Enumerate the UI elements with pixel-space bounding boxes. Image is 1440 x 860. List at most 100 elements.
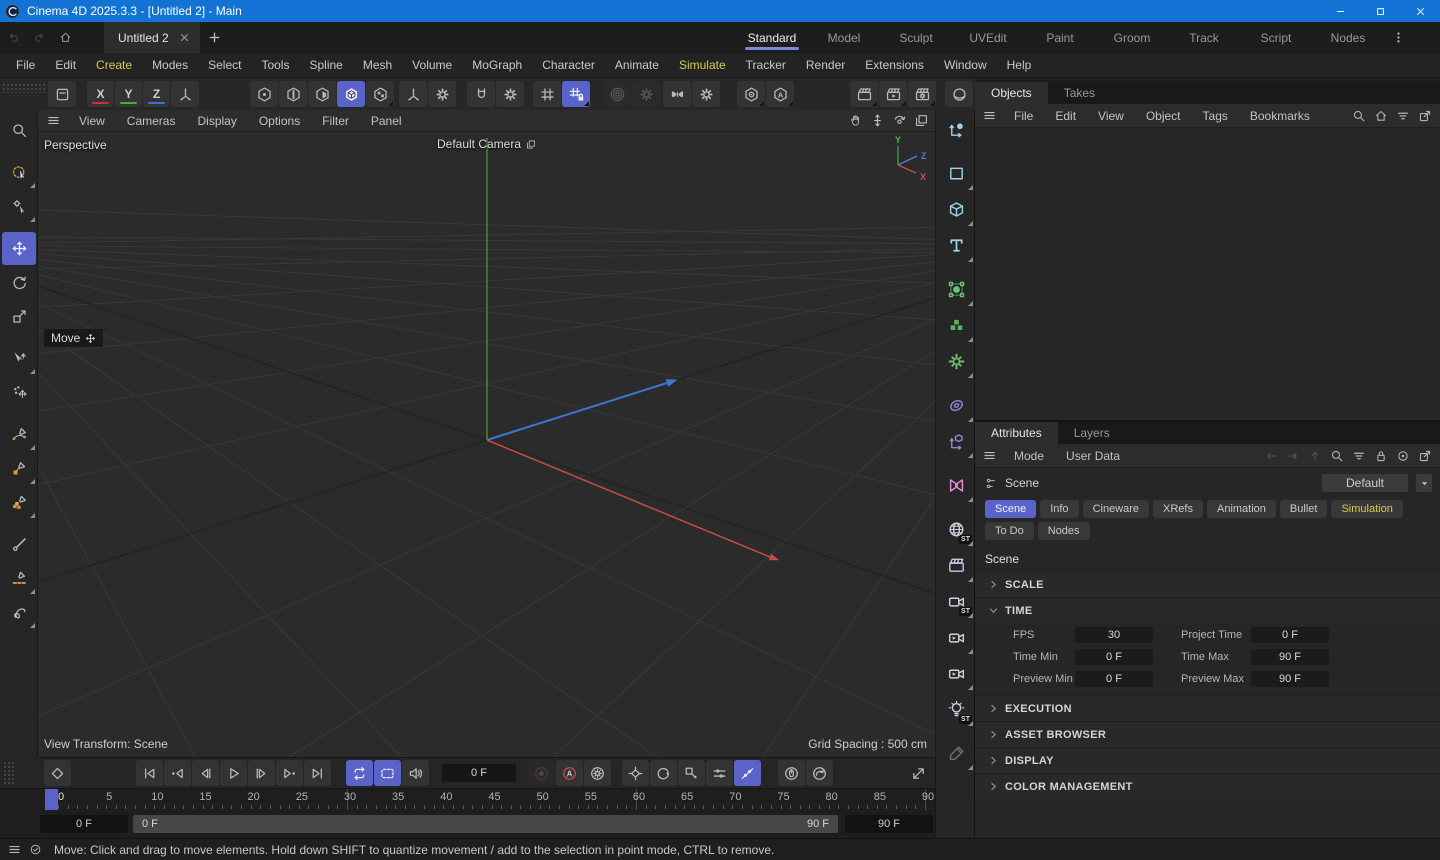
range-end-field[interactable]: 90 F xyxy=(845,815,933,833)
minimize-button[interactable] xyxy=(1320,0,1360,22)
object-list-area[interactable] xyxy=(975,128,1440,420)
document-tab[interactable]: Untitled 2 xyxy=(104,22,200,53)
render-picture-viewer-button[interactable] xyxy=(879,81,907,107)
viewport-canvas[interactable]: Perspective Default Camera Y Z X Move Vi… xyxy=(38,132,935,757)
home-icon[interactable] xyxy=(1374,109,1388,123)
play-button[interactable] xyxy=(220,760,247,786)
menu-mesh[interactable]: Mesh xyxy=(353,53,402,78)
orbit-button[interactable] xyxy=(892,113,907,128)
menu-character[interactable]: Character xyxy=(532,53,605,78)
open-timeline-button[interactable] xyxy=(910,765,927,782)
instance-button[interactable] xyxy=(938,468,974,503)
timeline-drag-handle[interactable] xyxy=(3,761,14,785)
layout-tab-standard[interactable]: Standard xyxy=(736,22,808,53)
menu-extensions[interactable]: Extensions xyxy=(855,53,934,78)
objects-menu-bookmarks[interactable]: Bookmarks xyxy=(1239,109,1321,123)
transform-tool-button[interactable] xyxy=(2,342,36,375)
move-tool-button[interactable] xyxy=(2,232,36,265)
layout-overflow-button[interactable] xyxy=(1386,22,1410,53)
menu-spline[interactable]: Spline xyxy=(299,53,352,78)
render-settings-button[interactable] xyxy=(908,81,936,107)
motion-camera-2-button[interactable] xyxy=(938,656,974,691)
key-pla-button[interactable] xyxy=(734,760,761,786)
attributes-menu-button[interactable] xyxy=(975,449,1003,462)
filter-icon[interactable] xyxy=(1396,109,1410,123)
filter-icon[interactable] xyxy=(1352,449,1366,463)
record-mouse-button[interactable] xyxy=(778,760,805,786)
attribute-tab-to-do[interactable]: To Do xyxy=(985,522,1034,540)
prev-key-button[interactable] xyxy=(164,760,191,786)
section-header-time[interactable]: TIME xyxy=(975,597,1440,623)
scale-tool-button[interactable] xyxy=(2,300,36,333)
text-spline-button[interactable] xyxy=(938,228,974,263)
range-start-field[interactable]: 0 F xyxy=(40,815,128,833)
toolbar-drag-handle[interactable] xyxy=(2,83,46,93)
attribute-tab-cineware[interactable]: Cineware xyxy=(1082,500,1150,518)
playhead[interactable] xyxy=(45,789,58,810)
symmetry-button[interactable] xyxy=(663,81,691,107)
spline-arc-tool-button[interactable] xyxy=(2,418,36,451)
viewport-camera-label[interactable]: Default Camera xyxy=(437,137,536,151)
objects-menu-file[interactable]: File xyxy=(1003,109,1044,123)
objects-tab-takes[interactable]: Takes xyxy=(1048,82,1111,104)
deformer-button[interactable] xyxy=(938,388,974,423)
field-value-project-time[interactable]: 0 F xyxy=(1251,627,1329,643)
spline-pen-tool-button[interactable] xyxy=(2,452,36,485)
attribute-tab-scene[interactable]: Scene xyxy=(985,500,1037,518)
field-value-time-min[interactable]: 0 F xyxy=(1075,649,1153,665)
menu-select[interactable]: Select xyxy=(198,53,251,78)
pan-button[interactable] xyxy=(848,113,863,128)
light-button[interactable]: ST xyxy=(938,692,974,727)
key-scale-button[interactable] xyxy=(678,760,705,786)
multi-transform-tool-button[interactable] xyxy=(2,376,36,409)
loop-playback-button[interactable] xyxy=(346,760,373,786)
play-range-button[interactable] xyxy=(374,760,401,786)
attribute-tab-bullet[interactable]: Bullet xyxy=(1279,500,1328,518)
set-keyframe-button[interactable] xyxy=(44,760,71,786)
object-mode-button[interactable] xyxy=(366,81,394,107)
attribute-tab-info[interactable]: Info xyxy=(1040,500,1079,518)
workplane-grid-button[interactable] xyxy=(533,81,561,107)
key-rotation-button[interactable] xyxy=(650,760,677,786)
symmetry-settings-button[interactable] xyxy=(692,81,720,107)
menu-create[interactable]: Create xyxy=(86,53,142,78)
field-button[interactable] xyxy=(938,272,974,307)
goto-end-button[interactable] xyxy=(304,760,331,786)
generator-button[interactable] xyxy=(938,344,974,379)
attributes-menu-mode[interactable]: Mode xyxy=(1003,449,1055,463)
material-nodes-button[interactable] xyxy=(945,81,973,107)
lock-z-button[interactable]: Z xyxy=(143,81,170,107)
viewport-menu-view[interactable]: View xyxy=(68,114,116,128)
attribute-tab-simulation[interactable]: Simulation xyxy=(1331,500,1403,518)
objects-menu-button[interactable] xyxy=(975,109,1003,122)
make-editable-button[interactable] xyxy=(48,81,76,107)
section-header-display[interactable]: DISPLAY xyxy=(975,747,1440,773)
objects-tab-objects[interactable]: Objects xyxy=(975,82,1048,104)
preview-range-bar[interactable]: 0 F 90 F xyxy=(133,815,838,833)
layout-tab-model[interactable]: Model xyxy=(808,22,880,53)
prev-frame-button[interactable] xyxy=(192,760,219,786)
points-mode-button[interactable] xyxy=(250,81,278,107)
poly-pen-tool-button[interactable] xyxy=(2,486,36,519)
polygons-mode-button[interactable] xyxy=(308,81,336,107)
camera-popout-icon[interactable] xyxy=(525,139,536,150)
menu-modes[interactable]: Modes xyxy=(142,53,198,78)
menu-window[interactable]: Window xyxy=(934,53,997,78)
lock-y-button[interactable]: Y xyxy=(115,81,142,107)
current-frame-field[interactable]: 0 F xyxy=(442,764,516,782)
new-tab-button[interactable] xyxy=(200,22,230,53)
autokeying-button[interactable]: A xyxy=(556,760,583,786)
viewport-menu-panel[interactable]: Panel xyxy=(360,114,413,128)
layout-tab-track[interactable]: Track xyxy=(1168,22,1240,53)
section-header-asset-browser[interactable]: ASSET BROWSER xyxy=(975,721,1440,747)
attribute-tab-xrefs[interactable]: XRefs xyxy=(1153,500,1203,518)
viewport-solo-button[interactable] xyxy=(737,81,765,107)
menu-tools[interactable]: Tools xyxy=(251,53,299,78)
enable-axis-button[interactable] xyxy=(399,81,427,107)
measure-tool-button[interactable] xyxy=(2,528,36,561)
field-value-fps[interactable]: 30 xyxy=(1075,627,1153,643)
motion-camera-button[interactable] xyxy=(938,620,974,655)
preset-dropdown-arrow[interactable] xyxy=(1415,474,1432,492)
attribute-tab-nodes[interactable]: Nodes xyxy=(1037,522,1090,540)
field-value-preview-min[interactable]: 0 F xyxy=(1075,671,1153,687)
